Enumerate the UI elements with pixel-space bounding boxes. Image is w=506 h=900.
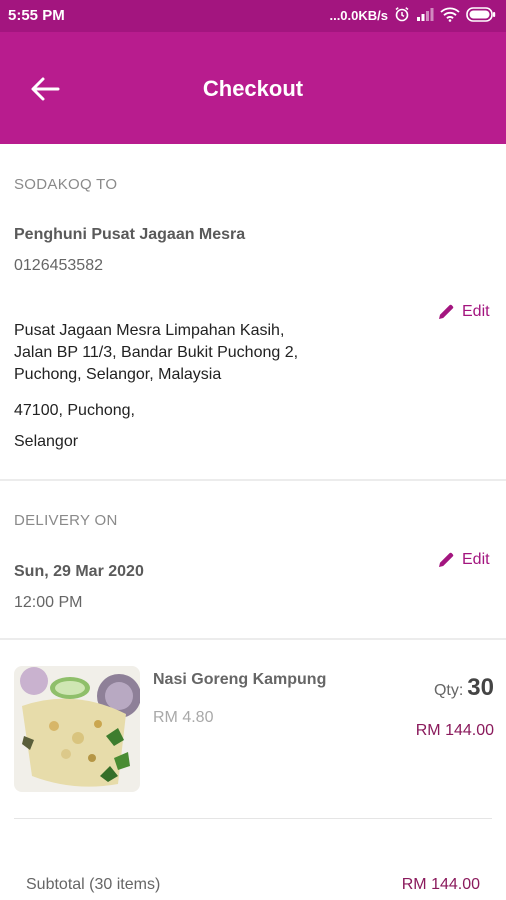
- edit-address-label: Edit: [462, 303, 490, 320]
- battery-icon: [466, 6, 496, 25]
- recipient-name: Penghuni Pusat Jagaan Mesra: [14, 226, 246, 243]
- qty-label: Qty:: [433, 682, 464, 699]
- address-block: Pusat Jagaan Mesra Limpahan Kasih, Jalan…: [14, 320, 298, 386]
- subtotal-value: RM 144.00: [401, 876, 480, 893]
- pencil-icon: [439, 552, 454, 567]
- page-title: Checkout: [202, 76, 304, 101]
- status-bar: 5:55 PM ...0.0KB/s: [0, 0, 506, 32]
- status-time: 5:55 PM: [8, 7, 65, 24]
- edit-address-button[interactable]: Edit: [436, 302, 490, 322]
- item-name: Nasi Goreng Kampung: [153, 671, 327, 688]
- delivery-date: Sun, 29 Mar 2020: [14, 563, 144, 580]
- app-bar: Checkout: [0, 32, 506, 144]
- alarm-icon: [394, 6, 410, 25]
- item-line-total: RM 144.00: [415, 722, 494, 739]
- section-divider: [0, 479, 506, 481]
- edit-delivery-time-label: Edit: [462, 551, 490, 568]
- status-icons: ...0.0KB/s: [329, 6, 496, 25]
- subtotal-label: Subtotal (30 items): [26, 876, 161, 893]
- wifi-icon: [440, 7, 460, 25]
- signal-icon: [416, 7, 434, 24]
- address-line-3: Puchong, Selangor, Malaysia: [14, 366, 222, 383]
- pencil-icon: [439, 304, 454, 319]
- recipient-phone: 0126453582: [14, 257, 103, 274]
- qty-value: 30: [467, 674, 494, 701]
- delivery-on-label: DELIVERY ON: [14, 512, 118, 529]
- network-speed: ...0.0KB/s: [329, 8, 388, 23]
- delivery-address-label: SODAKOQ TO: [14, 176, 118, 193]
- address-line-2: Jalan BP 11/3, Bandar Bukit Puchong 2,: [14, 344, 299, 361]
- address-state: Selangor: [14, 433, 79, 450]
- food-image: [14, 666, 140, 792]
- address-line-1: Pusat Jagaan Mesra Limpahan Kasih,: [14, 322, 285, 339]
- edit-delivery-time-button[interactable]: Edit: [436, 550, 490, 570]
- address-postcode-city: 47100, Puchong,: [14, 402, 135, 419]
- item-unit-price: RM 4.80: [153, 709, 214, 726]
- delivery-time: 12:00 PM: [14, 594, 83, 611]
- item-qty: Qty: 30: [434, 674, 494, 702]
- section-divider: [0, 638, 506, 640]
- item-divider: [14, 818, 492, 819]
